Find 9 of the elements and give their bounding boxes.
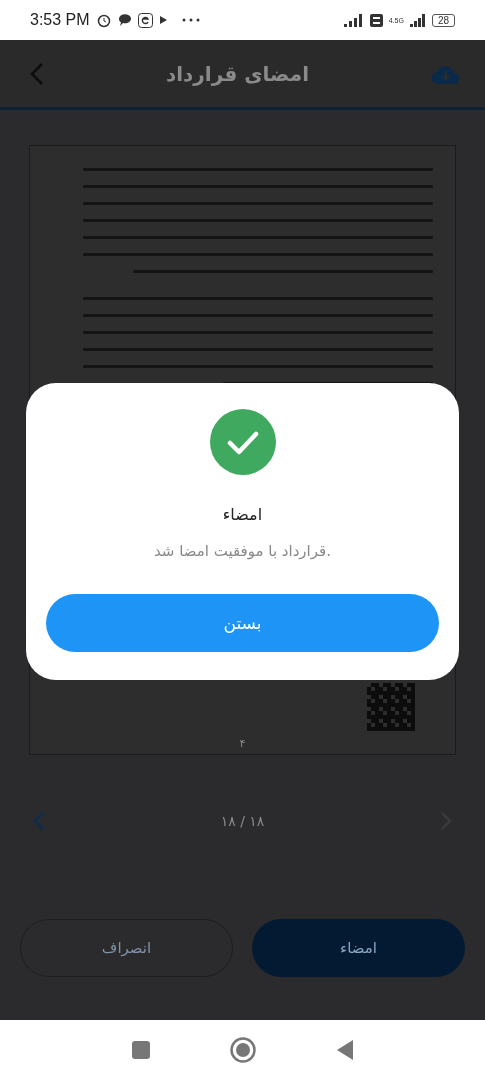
sign-button[interactable]: امضاء — [252, 919, 465, 977]
page-number: ۴ — [239, 737, 246, 750]
page-title: امضای قرارداد — [165, 61, 309, 86]
dialog-message: قرارداد با موفقیت امضا شد. — [154, 542, 331, 560]
page-counter: ۱۸ / ۱۸ — [220, 813, 265, 829]
close-button[interactable]: بستن — [46, 594, 439, 652]
dialog-title: امضاء — [222, 505, 263, 524]
battery-level: 28 — [431, 13, 455, 27]
status-time: 3:53 PM — [30, 11, 90, 29]
